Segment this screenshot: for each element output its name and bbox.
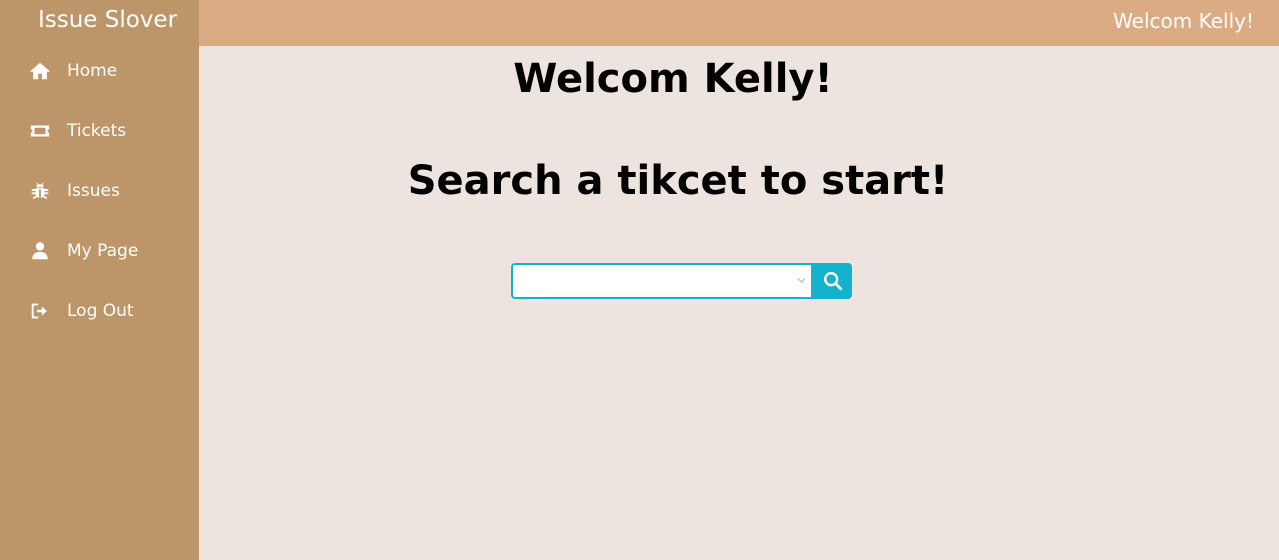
brand-title: Issue Slover [37,7,178,33]
ticket-icon [29,120,51,142]
ticket-search [511,263,852,299]
home-icon [29,60,51,82]
main-content: Welcom Kelly! Search a tikcet to start! [199,46,1279,560]
logout-icon [29,300,51,322]
sidebar-item-tickets[interactable]: Tickets [29,116,126,146]
sidebar-item-log-out[interactable]: Log Out [29,296,134,326]
search-input[interactable] [513,265,811,297]
search-field [511,263,813,299]
top-bar: Welcom Kelly! [199,0,1279,46]
sidebar-item-my-page[interactable]: My Page [29,236,138,266]
sidebar-item-label: Issues [67,181,120,201]
search-prompt-heading: Search a tikcet to start! [407,158,949,204]
search-icon [822,270,844,292]
sidebar-item-home[interactable]: Home [29,56,117,86]
welcome-heading: Welcom Kelly! [513,56,833,102]
bug-icon [29,180,51,202]
sidebar-item-label: My Page [67,241,139,261]
sidebar-item-label: Home [67,61,118,81]
search-button[interactable] [813,263,852,299]
sidebar: Issue Slover Home Tickets Issues My Page… [0,0,199,560]
user-icon [29,240,51,262]
sidebar-item-label: Tickets [67,121,127,141]
chevron-down-icon[interactable] [797,276,806,284]
sidebar-item-label: Log Out [67,301,134,321]
header-greeting: Welcom Kelly! [1113,9,1254,33]
sidebar-item-issues[interactable]: Issues [29,176,120,206]
